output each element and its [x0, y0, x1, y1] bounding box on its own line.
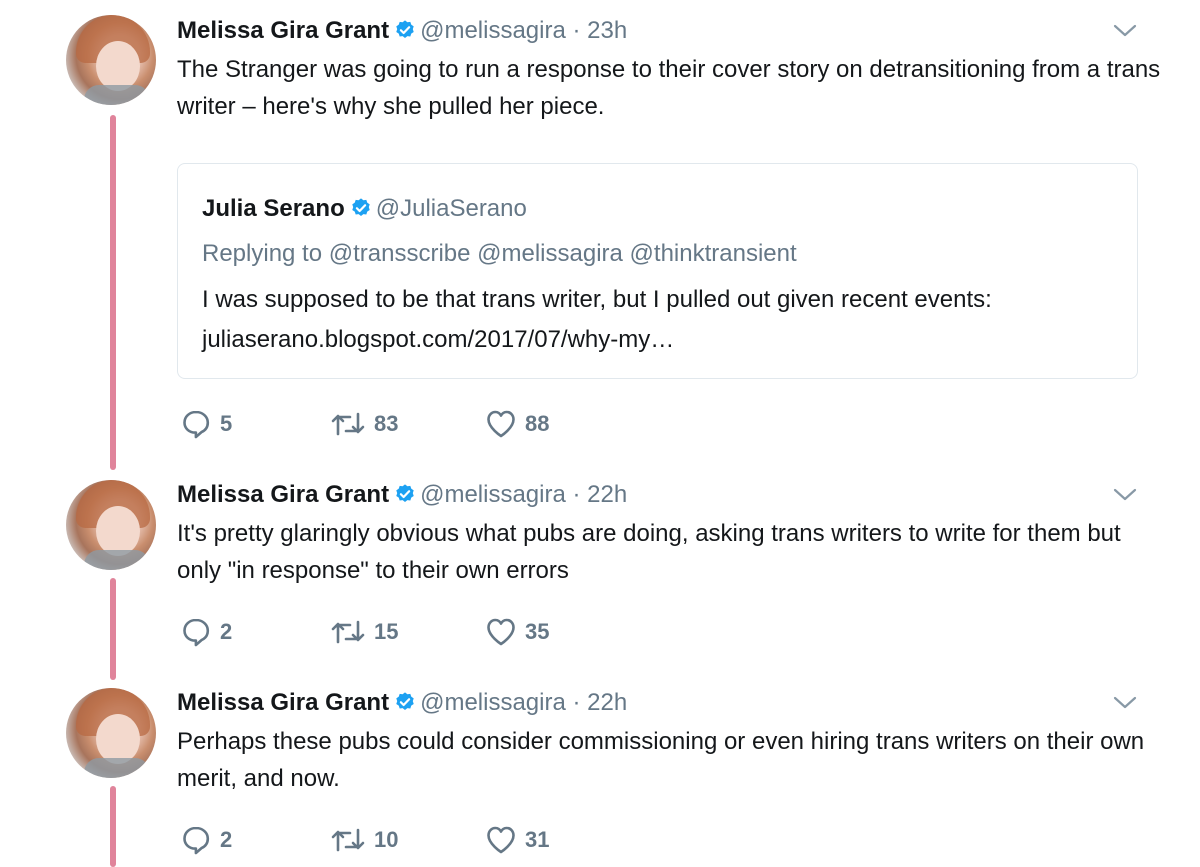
retweet-count: 10 — [374, 827, 399, 852]
verified-badge-icon — [394, 19, 416, 48]
reply-icon — [183, 826, 210, 855]
author-name[interactable]: Melissa Gira Grant — [177, 689, 389, 716]
like-count: 31 — [525, 827, 550, 852]
reply-button[interactable]: 2 — [180, 824, 232, 856]
chevron-down-icon[interactable] — [1113, 19, 1137, 43]
retweet-icon — [331, 412, 365, 436]
author-handle[interactable]: @melissagira — [420, 17, 566, 44]
chevron-down-icon[interactable] — [1113, 483, 1137, 507]
retweet-button[interactable]: 15 — [330, 616, 398, 648]
tweet-header: Melissa Gira Grant @melissagira · 22h — [177, 481, 627, 512]
avatar[interactable] — [66, 15, 156, 105]
retweet-icon — [331, 828, 365, 852]
tweet-text: It's pretty glaringly obvious what pubs … — [177, 520, 1121, 584]
reply-icon — [183, 618, 210, 647]
tweet-text: The Stranger was going to run a response… — [177, 56, 1161, 120]
thread-line — [110, 786, 116, 867]
thread-line — [110, 578, 116, 680]
author-name[interactable]: Melissa Gira Grant — [177, 481, 389, 508]
like-button[interactable]: 31 — [485, 824, 549, 856]
quoted-tweet-text: I was supposed to be that trans writer, … — [202, 280, 1122, 360]
like-button[interactable]: 35 — [485, 616, 549, 648]
quoted-link[interactable]: juliaserano.blogspot.com/2017/07/why-my… — [202, 320, 1122, 360]
heart-icon — [487, 410, 515, 438]
author-handle[interactable]: @melissagira — [420, 481, 566, 508]
heart-icon — [487, 826, 515, 854]
separator: · — [572, 481, 581, 508]
verified-badge-icon — [394, 691, 416, 720]
retweet-button[interactable]: 10 — [330, 824, 398, 856]
reply-icon — [183, 410, 210, 439]
separator: · — [572, 689, 581, 716]
heart-icon — [487, 618, 515, 646]
retweet-count: 83 — [374, 411, 399, 436]
like-button[interactable]: 88 — [485, 408, 549, 440]
timestamp[interactable]: 22h — [587, 689, 627, 716]
avatar[interactable] — [66, 480, 156, 570]
like-count: 88 — [525, 411, 550, 436]
separator: · — [572, 17, 581, 44]
retweet-icon — [331, 620, 365, 644]
verified-badge-icon — [350, 197, 372, 226]
quoted-tweet[interactable]: Julia Serano @JuliaSerano Replying to @tr… — [177, 163, 1138, 379]
chevron-down-icon[interactable] — [1113, 691, 1137, 715]
reply-button[interactable]: 5 — [180, 408, 232, 440]
replying-to: Replying to @transscribe @melissagira @t… — [202, 240, 797, 267]
retweet-count: 15 — [374, 619, 399, 644]
quoted-author-name: Julia Serano — [202, 195, 345, 222]
tweet-header: Melissa Gira Grant @melissagira · 22h — [177, 689, 627, 720]
reply-count: 2 — [220, 619, 233, 644]
quoted-text-line: I was supposed to be that trans writer, … — [202, 286, 992, 313]
author-name[interactable]: Melissa Gira Grant — [177, 17, 389, 44]
like-count: 35 — [525, 619, 550, 644]
tweet-text: Perhaps these pubs could consider commis… — [177, 728, 1145, 792]
thread-line — [110, 115, 116, 470]
reply-button[interactable]: 2 — [180, 616, 232, 648]
tweet-header: Melissa Gira Grant @melissagira · 23h — [177, 17, 627, 48]
reply-count: 5 — [220, 411, 233, 436]
timestamp[interactable]: 22h — [587, 481, 627, 508]
author-handle[interactable]: @melissagira — [420, 689, 566, 716]
verified-badge-icon — [394, 483, 416, 512]
retweet-button[interactable]: 83 — [330, 408, 398, 440]
quoted-author-handle: @JuliaSerano — [375, 195, 527, 222]
avatar[interactable] — [66, 688, 156, 778]
timestamp[interactable]: 23h — [587, 17, 627, 44]
reply-count: 2 — [220, 827, 233, 852]
quoted-tweet-header: Julia Serano @JuliaSerano — [202, 195, 527, 226]
